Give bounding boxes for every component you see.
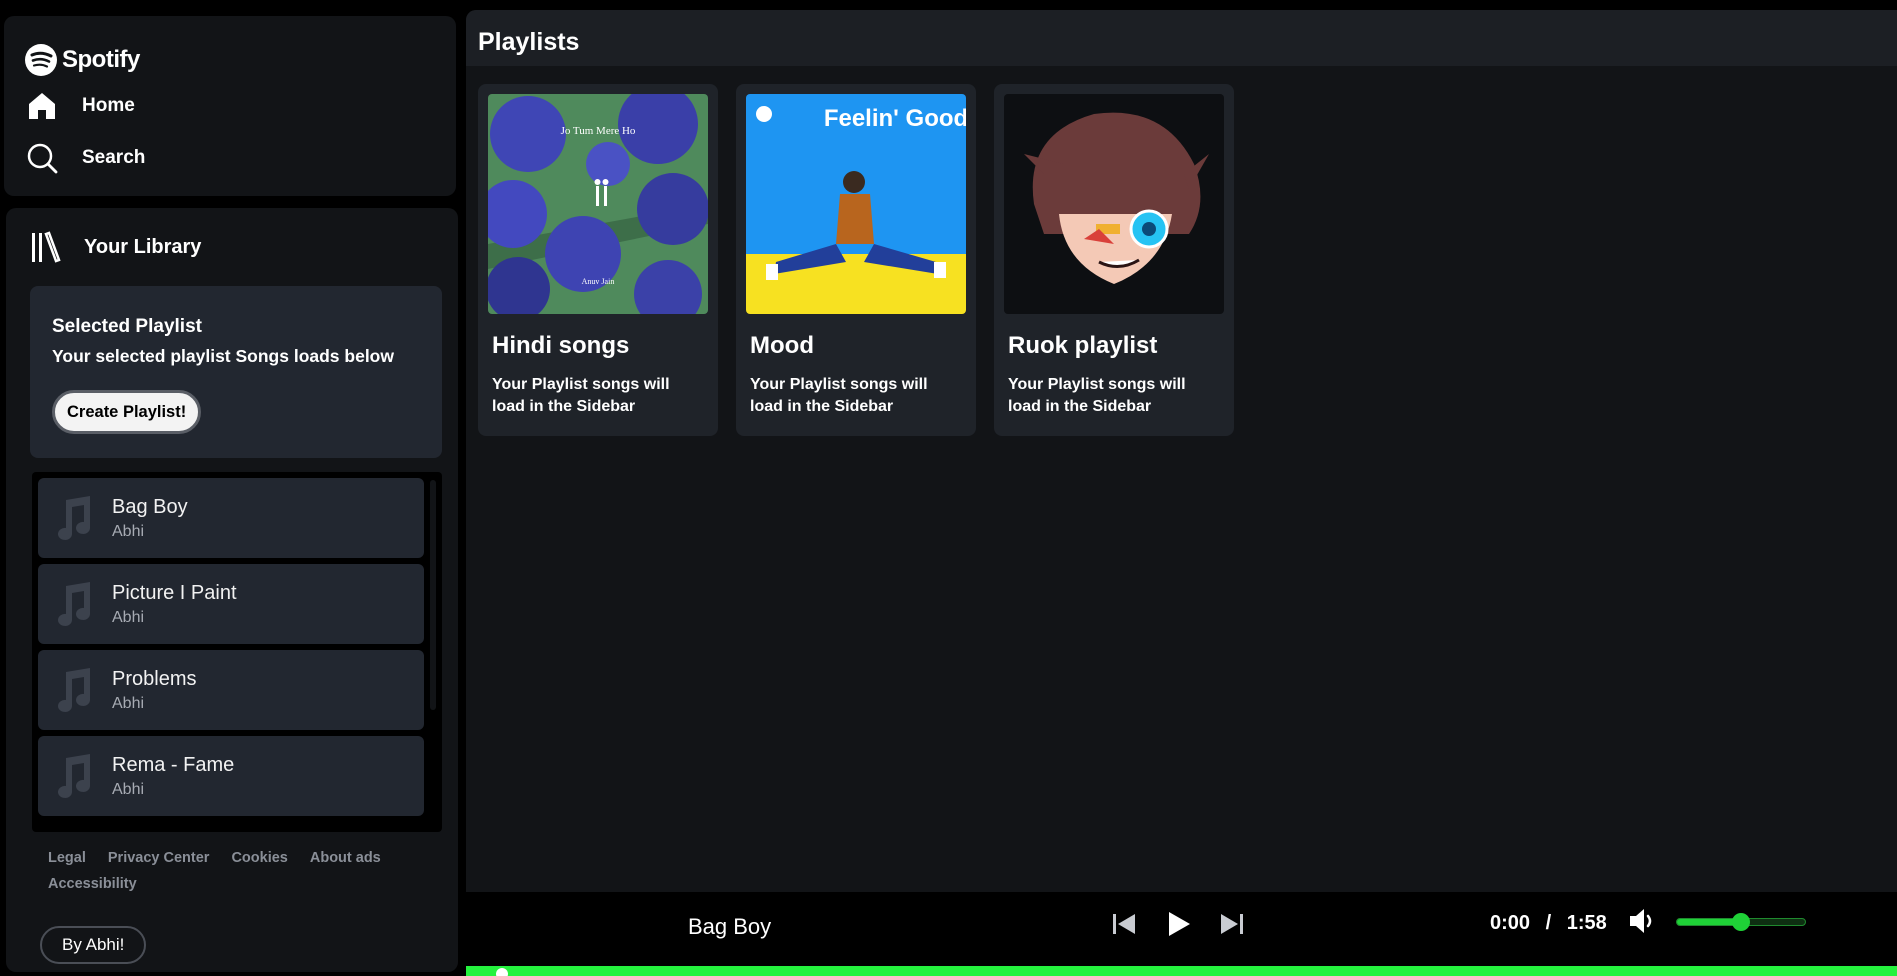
player-bar: Bag Boy 0:00 / 1:58 [466,892,1897,976]
seek-thumb[interactable] [496,968,508,976]
volume-slider[interactable] [1676,913,1806,931]
skip-next-icon [1221,914,1243,934]
cover-art-forest: Jo Tum Mere Ho Anuv Jain [488,94,708,314]
library-panel: Your Library Selected Playlist Your sele… [6,208,458,972]
selected-playlist-subtitle: Your selected playlist Songs loads below [52,346,394,366]
library-header[interactable]: Your Library [28,230,201,264]
music-note-icon [58,496,90,540]
song-artist: Abhi [112,522,145,540]
cover-text-bottom: Anuv Jain [582,277,615,286]
playlist-title: Hindi songs [492,332,630,359]
nav-search[interactable]: Search [24,132,436,184]
selected-playlist-title: Selected Playlist [52,316,202,337]
next-button[interactable] [1212,904,1252,944]
song-title: Problems [112,667,197,690]
song-item[interactable]: Problems Abhi [38,650,424,730]
song-item[interactable]: Rema - Fame Abhi [38,736,424,816]
song-item[interactable]: Bag Boy Abhi [38,478,424,558]
app-window: Spotify Home Search Your Library Selecte… [0,0,1897,976]
cover-art-feelin-good: Feelin' Good [746,94,966,314]
home-icon [29,93,55,119]
song-artist: Abhi [112,780,145,798]
nav-search-label: Search [82,147,146,168]
footer-links: Legal Privacy Center Cookies About ads A… [48,850,428,892]
footer-link-privacy[interactable]: Privacy Center [108,850,210,866]
music-note-icon [58,668,90,712]
create-playlist-button[interactable]: Create Playlist! [52,390,202,434]
logo[interactable]: Spotify [24,40,436,80]
selected-playlist-box: Selected Playlist Your selected playlist… [30,286,442,458]
seek-bar[interactable] [466,966,1897,976]
now-playing-title: Bag Boy [688,914,772,939]
playlist-card[interactable]: Feelin' Good Mood Your Playlist songs wi… [736,84,976,436]
play-icon [1169,912,1190,936]
footer-link-accessibility[interactable]: Accessibility [48,876,137,892]
song-title: Bag Boy [112,495,188,518]
cover-text-top: Feelin' Good [824,105,966,132]
playlist-cover: Feelin' Good [746,94,966,314]
library-icon [32,231,61,263]
search-icon [27,143,58,174]
song-title: Picture I Paint [112,581,237,604]
volume-icon[interactable] [1626,904,1660,938]
skip-previous-icon [1113,914,1135,934]
nav-home[interactable]: Home [24,80,436,132]
playlist-title: Ruok playlist [1008,332,1158,359]
nav-panel: Spotify Home Search [4,16,456,196]
playlist-title: Mood [750,332,814,359]
playlist-description: Your Playlist songs will load in the Sid… [492,376,670,415]
playlist-cover [1004,94,1224,314]
music-note-icon [58,582,90,626]
nav-home-label: Home [82,95,135,116]
library-title: Your Library [84,235,202,258]
author-button[interactable]: By Abhi! [40,926,147,964]
current-time: 0:00 [1490,912,1531,934]
playlist-card[interactable]: Ruok playlist Your Playlist songs will l… [994,84,1234,436]
cover-text-top: Jo Tum Mere Ho [561,125,636,137]
song-item[interactable]: Picture I Paint Abhi [38,564,424,644]
footer-link-legal[interactable]: Legal [48,850,86,866]
main-content: Playlists Jo Tum Mere Ho Anuv Jain Hindi… [466,10,1897,892]
footer-link-cookies[interactable]: Cookies [231,850,287,866]
footer-link-about-ads[interactable]: About ads [310,850,381,866]
volume-thumb[interactable] [1732,913,1750,931]
music-note-icon [58,754,90,798]
spotify-logo-icon [25,44,57,76]
song-artist: Abhi [112,608,145,626]
time-separator: / [1545,912,1552,934]
page-title: Playlists [478,28,580,56]
time-display: 0:00 / 1:58 [1490,912,1607,935]
play-button[interactable] [1158,904,1198,944]
playlist-description: Your Playlist songs will load in the Sid… [1008,376,1186,415]
song-list: Bag Boy Abhi Picture I Paint Abhi Proble… [32,472,442,832]
previous-button[interactable] [1104,904,1144,944]
duration: 1:58 [1566,912,1607,934]
playlist-card[interactable]: Jo Tum Mere Ho Anuv Jain Hindi songs You… [478,84,718,436]
brand-name: Spotify [62,46,140,73]
main-header: Playlists [466,10,1897,66]
playlist-cover: Jo Tum Mere Ho Anuv Jain [488,94,708,314]
song-title: Rema - Fame [112,753,235,776]
cover-art-anime-character [1004,94,1224,314]
song-list-scrollbar[interactable] [430,480,436,710]
playlist-description: Your Playlist songs will load in the Sid… [750,376,928,415]
song-artist: Abhi [112,694,145,712]
